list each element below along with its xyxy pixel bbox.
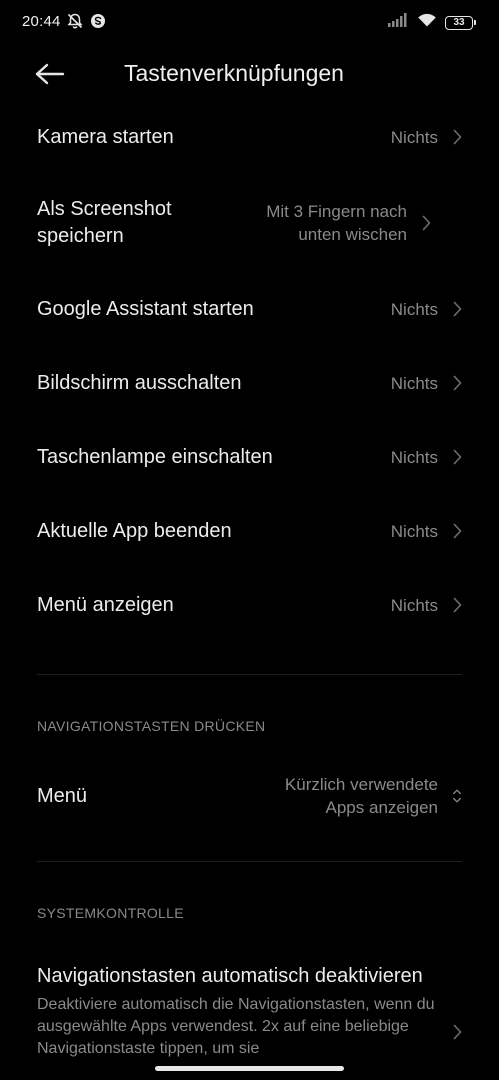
status-time: 20:44 (22, 13, 61, 30)
chevron-right-icon (452, 449, 462, 465)
header: Tastenverknüpfungen (0, 44, 499, 104)
chevron-right-icon (452, 1024, 462, 1040)
row-title: Menü anzeigen (37, 593, 174, 616)
chevron-right-icon (421, 215, 431, 231)
row-value: Nichts (390, 521, 438, 541)
row-title: Google Assistant starten (37, 297, 254, 320)
settings-list: Kamera starten Nichts Als Screenshot spe… (0, 100, 499, 1060)
row-value: Nichts (390, 595, 438, 615)
chevron-right-icon (452, 375, 462, 391)
back-button[interactable] (30, 56, 70, 92)
row-screenshot-speichern[interactable]: Als Screenshot speichern Mit 3 Fingern n… (0, 174, 499, 272)
status-left-icons (66, 12, 106, 35)
row-title: Menü (37, 784, 88, 807)
row-title: Taschenlampe einschalten (37, 445, 273, 468)
row-navigationstasten-deaktivieren[interactable]: Navigationstasten automatisch deaktivier… (0, 963, 499, 1060)
row-taschenlampe[interactable]: Taschenlampe einschalten Nichts (0, 420, 499, 494)
signal-icon (387, 12, 409, 33)
skype-icon (90, 13, 106, 34)
row-app-beenden[interactable]: Aktuelle App beenden Nichts (0, 494, 499, 568)
row-menue-navigation[interactable]: Menü Kürzlich verwendete Apps anzeigen (0, 736, 499, 856)
row-title: Bildschirm ausschalten (37, 371, 242, 394)
row-value: Nichts (390, 447, 438, 467)
home-indicator[interactable] (155, 1066, 344, 1071)
row-title: Navigationstasten automatisch deaktivier… (37, 965, 423, 987)
bell-muted-icon (66, 12, 84, 35)
chevron-right-icon (452, 129, 462, 145)
row-value: Kürzlich verwendete Apps anzeigen (284, 775, 438, 817)
page-title: Tastenverknüpfungen (124, 60, 344, 86)
row-title: Aktuelle App beenden (37, 519, 232, 542)
row-value: Mit 3 Fingern nach unten wischen (266, 202, 407, 244)
row-value: Nichts (390, 373, 438, 393)
row-bildschirm-ausschalten[interactable]: Bildschirm ausschalten Nichts (0, 346, 499, 420)
battery-icon: 33 (445, 15, 476, 30)
chevron-right-icon (452, 301, 462, 317)
section-header-systemkontrolle: SYSTEMKONTROLLE (37, 905, 184, 921)
row-title: Kamera starten (37, 125, 174, 148)
row-menue-anzeigen[interactable]: Menü anzeigen Nichts (0, 568, 499, 642)
row-description: Deaktiviere automatisch die Navigationst… (37, 996, 435, 1057)
row-title: Als Screenshot speichern (37, 198, 172, 247)
chevron-up-down-icon (452, 786, 462, 806)
chevron-right-icon (452, 523, 462, 539)
status-bar: 20:44 33 (0, 0, 499, 44)
section-header-navigation: NAVIGATIONSTASTEN DRÜCKEN (37, 718, 266, 734)
chevron-right-icon (452, 597, 462, 613)
wifi-icon (417, 12, 437, 33)
arrow-left-icon (35, 63, 65, 85)
row-value: Nichts (390, 299, 438, 319)
row-value: Nichts (390, 127, 438, 147)
status-right-icons: 33 (387, 12, 476, 33)
row-text: Navigationstasten automatisch deaktivier… (37, 963, 438, 1060)
row-google-assistant[interactable]: Google Assistant starten Nichts (0, 272, 499, 346)
row-kamera-starten[interactable]: Kamera starten Nichts (0, 100, 499, 174)
